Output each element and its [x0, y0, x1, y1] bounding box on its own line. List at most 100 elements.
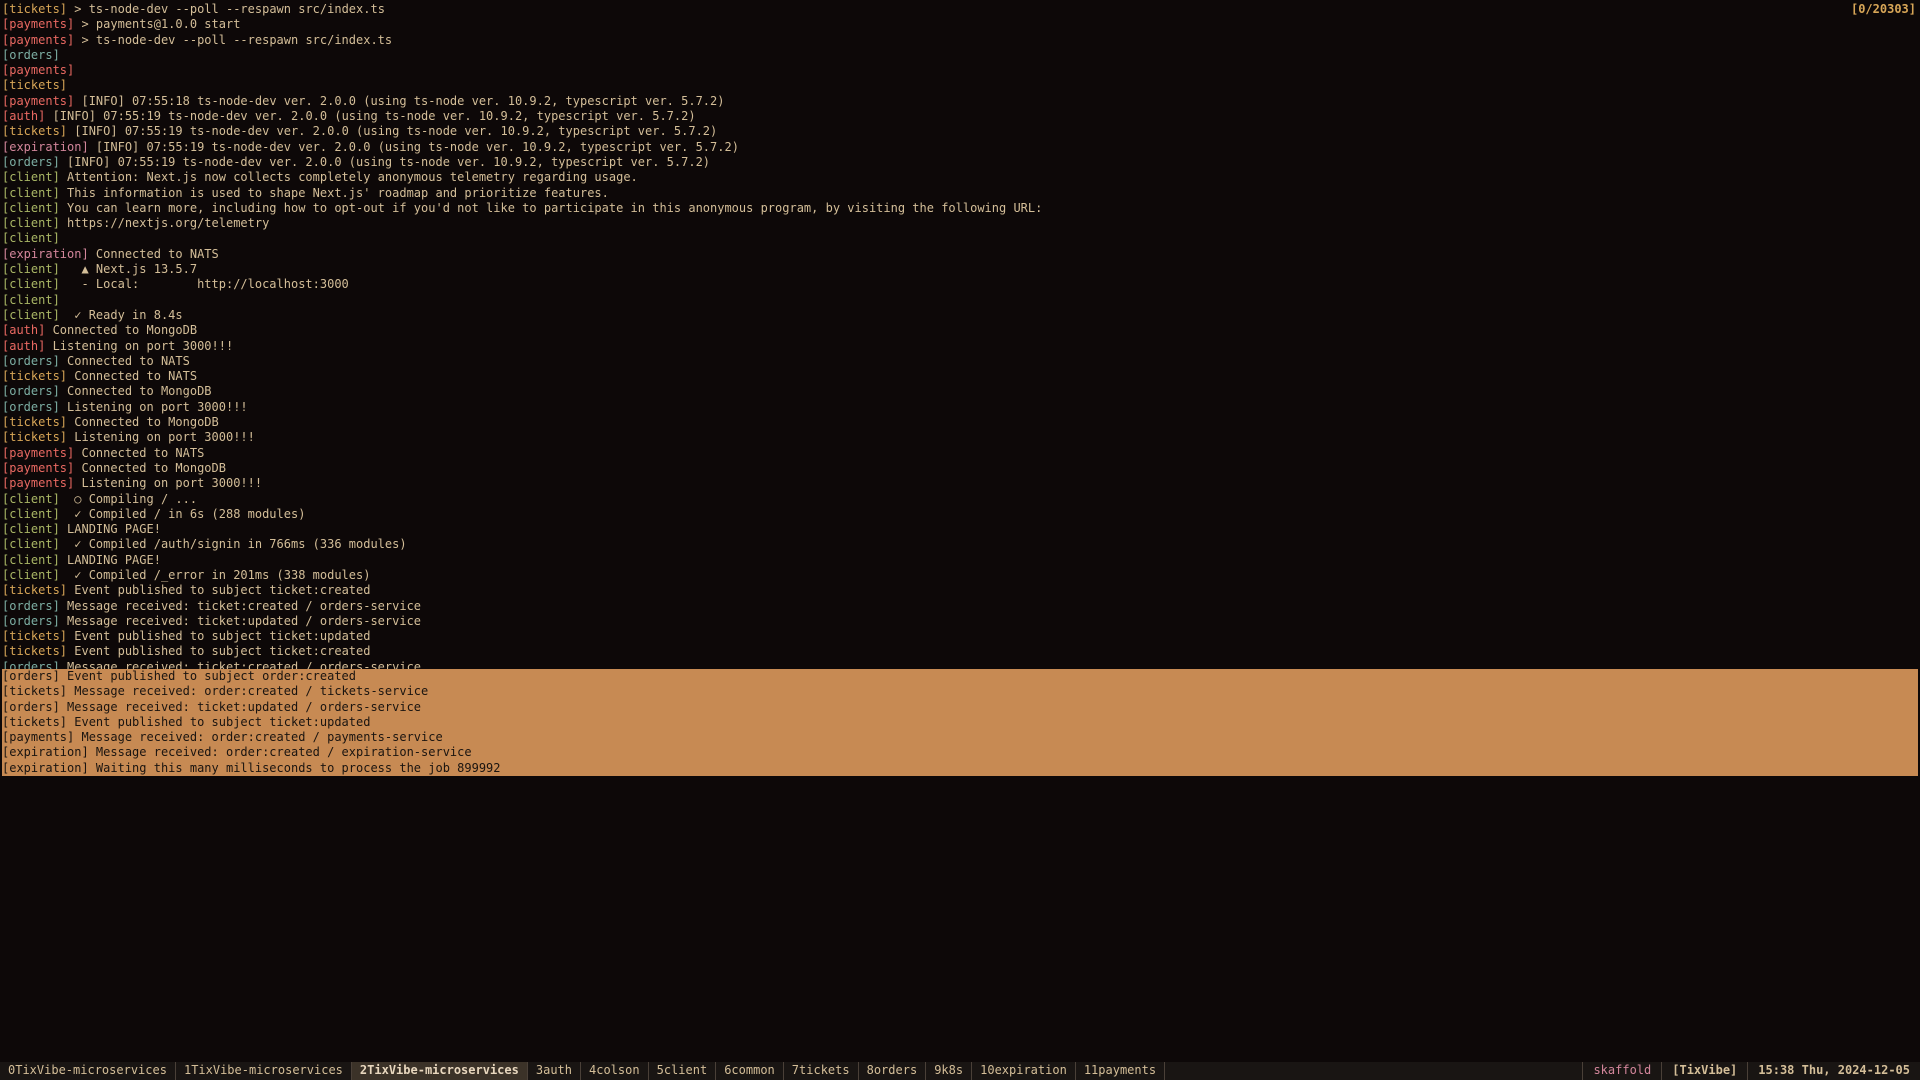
- service-tag: [tickets]: [2, 369, 67, 383]
- tab-label: expiration: [995, 1063, 1067, 1078]
- tab-index: 9: [934, 1063, 941, 1078]
- log-message: ✓ Compiled /_error in 201ms (338 modules…: [60, 568, 371, 582]
- highlight-log-line: [orders] Event published to subject orde…: [2, 669, 1918, 684]
- tmux-tab-expiration[interactable]: 10 expiration: [972, 1062, 1076, 1080]
- log-message: Event published to subject ticket:update…: [67, 629, 370, 643]
- highlighted-search-region: [orders] Event published to subject orde…: [2, 669, 1918, 776]
- log-line: [tickets] Event published to subject tic…: [2, 583, 1918, 598]
- log-message: [INFO] 07:55:18 ts-node-dev ver. 2.0.0 (…: [74, 94, 724, 108]
- log-message: [INFO] 07:55:19 ts-node-dev ver. 2.0.0 (…: [60, 155, 710, 169]
- tab-index: 5: [657, 1063, 664, 1078]
- log-message: Listening on port 3000!!!: [60, 400, 248, 414]
- service-tag: [client]: [2, 507, 60, 521]
- tab-index: 2: [360, 1063, 367, 1078]
- log-line: [orders] Connected to NATS: [2, 354, 1918, 369]
- service-tag: [client]: [2, 568, 60, 582]
- tab-index: 7: [792, 1063, 799, 1078]
- log-line: [client] ▲ Next.js 13.5.7: [2, 262, 1918, 277]
- tmux-tab-orders[interactable]: 8 orders: [859, 1062, 927, 1080]
- log-message: Connected to MongoDB: [60, 384, 212, 398]
- log-message: ✓ Ready in 8.4s: [60, 308, 183, 322]
- tmux-tab-tickets[interactable]: 7 tickets: [784, 1062, 859, 1080]
- log-line: [payments] > ts-node-dev --poll --respaw…: [2, 33, 1918, 48]
- log-message: [INFO] 07:55:19 ts-node-dev ver. 2.0.0 (…: [67, 124, 717, 138]
- log-line: [client] ✓ Compiled /_error in 201ms (33…: [2, 568, 1918, 583]
- log-line: [client] https://nextjs.org/telemetry: [2, 216, 1918, 231]
- tab-index: 3: [536, 1063, 543, 1078]
- tmux-tab-client[interactable]: 5 client: [649, 1062, 717, 1080]
- tmux-tab-TixVibe-microservices[interactable]: 0 TixVibe-microservices: [0, 1062, 176, 1080]
- service-tag: [client]: [2, 231, 60, 245]
- log-line: [orders]: [2, 48, 1918, 63]
- log-message: LANDING PAGE!: [60, 553, 161, 567]
- service-tag: [tickets]: [2, 415, 67, 429]
- log-line: [tickets] Listening on port 3000!!!: [2, 430, 1918, 445]
- scroll-indicator: [0/20303]: [1851, 2, 1916, 17]
- log-line: [tickets] Connected to MongoDB: [2, 415, 1918, 430]
- log-message: You can learn more, including how to opt…: [60, 201, 1043, 215]
- service-tag: [client]: [2, 277, 60, 291]
- log-line: [tickets] > ts-node-dev --poll --respawn…: [2, 2, 1918, 17]
- tmux-tab-colson[interactable]: 4 colson: [581, 1062, 649, 1080]
- service-tag: [client]: [2, 553, 60, 567]
- log-line: [client] ○ Compiling / ...: [2, 492, 1918, 507]
- log-message: Listening on port 3000!!!: [67, 430, 255, 444]
- log-message: Event published to subject ticket:create…: [67, 644, 370, 658]
- tmux-tab-payments[interactable]: 11 payments: [1076, 1062, 1165, 1080]
- log-message: ✓ Compiled /auth/signin in 766ms (336 mo…: [60, 537, 407, 551]
- tab-index: 0: [8, 1063, 15, 1078]
- terminal-output[interactable]: [tickets] > ts-node-dev --poll --respawn…: [0, 0, 1920, 677]
- log-line: [expiration] Connected to NATS: [2, 247, 1918, 262]
- log-line: [orders] Connected to MongoDB: [2, 384, 1918, 399]
- tmux-tab-TixVibe-microservices[interactable]: 1 TixVibe-microservices: [176, 1062, 352, 1080]
- service-tag: [client]: [2, 216, 60, 230]
- log-line: [tickets] Event published to subject tic…: [2, 629, 1918, 644]
- status-context: skaffold: [1582, 1062, 1661, 1080]
- service-tag: [orders]: [2, 400, 60, 414]
- log-line: [client] ✓ Compiled / in 6s (288 modules…: [2, 507, 1918, 522]
- service-tag: [tickets]: [2, 2, 67, 16]
- log-message: ○ Compiling / ...: [60, 492, 197, 506]
- log-message: > payments@1.0.0 start: [74, 17, 240, 31]
- log-message: Message received: ticket:created / order…: [60, 599, 421, 613]
- tab-index: 8: [867, 1063, 874, 1078]
- log-message: [INFO] 07:55:19 ts-node-dev ver. 2.0.0 (…: [45, 109, 695, 123]
- tmux-tab-auth[interactable]: 3 auth: [528, 1062, 581, 1080]
- tab-index: 1: [184, 1063, 191, 1078]
- log-line: [payments]: [2, 63, 1918, 78]
- service-tag: [client]: [2, 308, 60, 322]
- tmux-tab-k8s[interactable]: 9 k8s: [926, 1062, 972, 1080]
- service-tag: [expiration]: [2, 140, 89, 154]
- tab-index: 10: [980, 1063, 994, 1078]
- tab-label: tickets: [799, 1063, 850, 1078]
- tab-label: colson: [596, 1063, 639, 1078]
- service-tag: [payments]: [2, 476, 74, 490]
- highlight-log-line: [payments] Message received: order:creat…: [2, 730, 1918, 745]
- log-message: Connected to MongoDB: [67, 415, 219, 429]
- tmux-tab-TixVibe-microservices[interactable]: 2 TixVibe-microservices: [352, 1062, 528, 1080]
- log-line: [payments] Connected to NATS: [2, 446, 1918, 461]
- service-tag: [client]: [2, 537, 60, 551]
- log-line: [tickets] Connected to NATS: [2, 369, 1918, 384]
- tab-label: client: [664, 1063, 707, 1078]
- log-message: Connected to NATS: [89, 247, 219, 261]
- service-tag: [payments]: [2, 94, 74, 108]
- log-message: [INFO] 07:55:19 ts-node-dev ver. 2.0.0 (…: [89, 140, 739, 154]
- service-tag: [orders]: [2, 155, 60, 169]
- log-line: [auth] [INFO] 07:55:19 ts-node-dev ver. …: [2, 109, 1918, 124]
- log-message: Connected to MongoDB: [45, 323, 197, 337]
- service-tag: [orders]: [2, 384, 60, 398]
- service-tag: [client]: [2, 201, 60, 215]
- service-tag: [client]: [2, 170, 60, 184]
- service-tag: [expiration]: [2, 247, 89, 261]
- service-tag: [client]: [2, 262, 60, 276]
- log-message: - Local: http://localhost:3000: [60, 277, 349, 291]
- log-line: [orders] [INFO] 07:55:19 ts-node-dev ver…: [2, 155, 1918, 170]
- log-message: ▲ Next.js 13.5.7: [60, 262, 197, 276]
- log-line: [client] LANDING PAGE!: [2, 553, 1918, 568]
- service-tag: [payments]: [2, 461, 74, 475]
- tab-label: auth: [543, 1063, 572, 1078]
- service-tag: [orders]: [2, 599, 60, 613]
- tmux-tab-common[interactable]: 6 common: [716, 1062, 784, 1080]
- highlight-log-line: [expiration] Waiting this many milliseco…: [2, 761, 1918, 776]
